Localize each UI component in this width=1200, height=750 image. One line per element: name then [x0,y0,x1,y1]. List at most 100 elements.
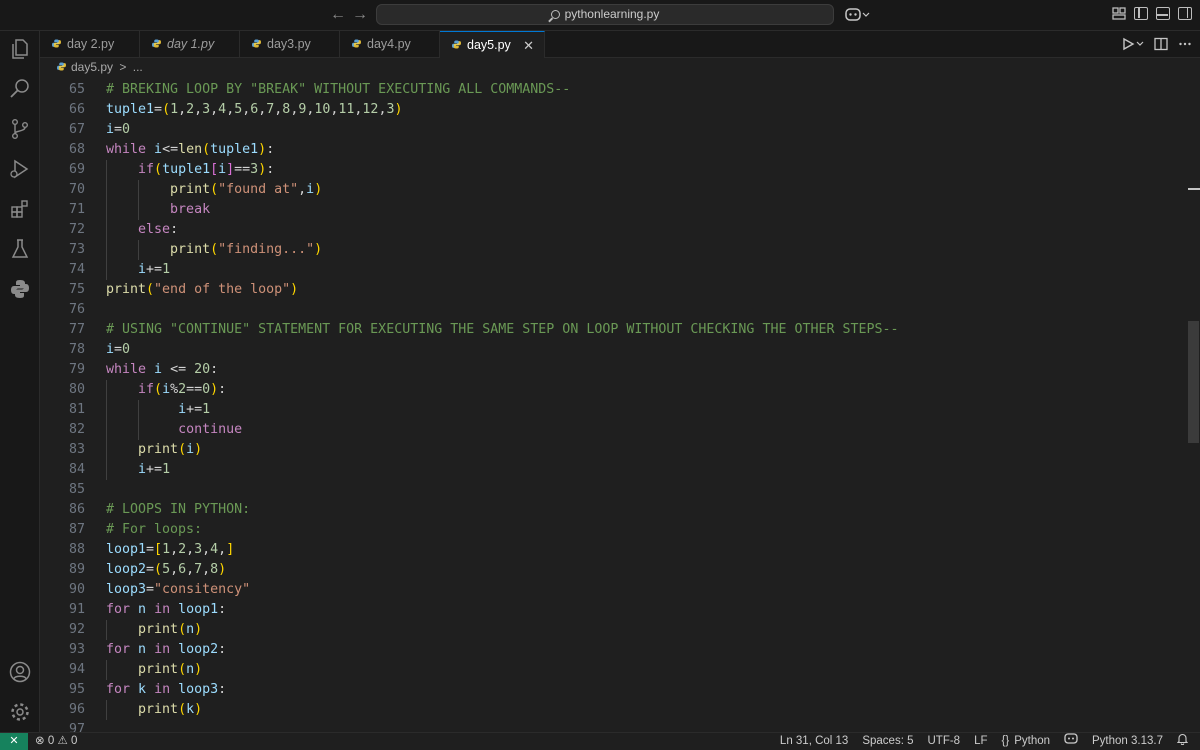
scrollbar-thumb[interactable] [1188,321,1199,443]
language-mode[interactable]: {} Python [1002,733,1051,750]
code-line[interactable]: 85 [40,480,1180,500]
code-line[interactable]: 81 i+=1 [40,400,1180,420]
tab-day3[interactable]: day3.py [240,31,340,58]
code-line[interactable]: 92 print(n) [40,620,1180,640]
code-text: for n in loop1: [106,600,226,620]
code-line[interactable]: 95 for k in loop3: [40,680,1180,700]
line-number: 81 [68,402,85,417]
code-token: 3 [202,102,211,117]
code-line[interactable]: 94 print(n) [40,660,1180,680]
toggle-panel-icon[interactable] [1156,7,1170,20]
code-line[interactable]: 84 i+=1 [40,460,1180,480]
customize-layout-icon[interactable] [1112,7,1126,20]
code-token: <= [162,142,179,157]
code-line[interactable]: 65 # BREKING LOOP BY "BREAK" WITHOUT EXEC… [40,80,1180,100]
title-bar: ← → pythonlearning.py [0,0,1200,31]
remote-indicator[interactable]: ✕ [0,733,28,750]
command-center-search[interactable]: pythonlearning.py [376,4,834,25]
code-line[interactable]: 77 # USING "CONTINUE" STATEMENT FOR EXECU… [40,320,1180,340]
code-line[interactable]: 78 i=0 [40,340,1180,360]
tab-day-1[interactable]: day 1.py [140,31,240,58]
code-token: == [234,162,251,177]
tab-day-2[interactable]: day 2.py [40,31,140,58]
code-token: # BREKING LOOP BY "BREAK" WITHOUT EXECUT… [106,82,571,97]
code-line[interactable]: 74 i+=1 [40,260,1180,280]
code-line[interactable]: 70 print("found at",i) [40,180,1180,200]
source-control-icon[interactable] [8,117,32,141]
line-number: 92 [68,622,85,637]
explorer-icon[interactable] [8,37,32,61]
activity-bar [0,31,40,732]
search-icon[interactable] [8,77,32,101]
code-line[interactable]: 67 i=0 [40,120,1180,140]
copilot-status-icon[interactable] [1064,733,1078,750]
code-token: while [106,362,147,377]
forward-arrow-icon[interactable]: → [352,6,368,24]
tab-day5[interactable]: day5.py ✕ [440,31,545,58]
code-line[interactable]: 88 loop1=[1,2,3,4,] [40,540,1180,560]
python-interpreter[interactable]: Python 3.13.7 [1092,733,1163,750]
code-line[interactable]: 72 else: [40,220,1180,240]
code-line[interactable]: 89 loop2=(5,6,7,8) [40,560,1180,580]
code-line[interactable]: 80 if(i%2==0): [40,380,1180,400]
extensions-icon[interactable] [8,197,32,221]
breadcrumb-file[interactable]: day5.py [71,60,113,74]
vertical-scrollbar[interactable] [1188,78,1200,732]
testing-flask-icon[interactable] [8,237,32,261]
indentation-setting[interactable]: Spaces: 5 [862,733,913,750]
split-editor-icon[interactable] [1154,37,1168,51]
code-text: # LOOPS IN PYTHON: [106,500,250,520]
toggle-primary-sidebar-icon[interactable] [1134,7,1148,20]
code-line[interactable]: 68 while i<=len(tuple1): [40,140,1180,160]
code-token: "end of the loop" [154,282,291,297]
line-number: 70 [68,182,85,197]
close-tab-icon[interactable]: ✕ [523,32,534,59]
copilot-icon[interactable] [845,6,871,24]
more-actions-icon[interactable] [1178,37,1192,51]
python-file-icon [452,40,461,49]
code-line[interactable]: 96 print(k) [40,700,1180,720]
file-encoding[interactable]: UTF-8 [928,733,961,750]
code-line[interactable]: 87 # For loops: [40,520,1180,540]
breadcrumb[interactable]: day5.py > ... [40,58,1200,78]
code-line[interactable]: 82 continue [40,420,1180,440]
notifications-bell-icon[interactable] [1176,733,1189,750]
end-of-line[interactable]: LF [974,733,987,750]
breadcrumb-symbols[interactable]: ... [133,60,143,74]
code-line[interactable]: 90 loop3="consitency" [40,580,1180,600]
python-icon[interactable] [8,277,32,301]
code-token: in [154,642,171,657]
code-token: n [186,622,195,637]
code-line[interactable]: 91 for n in loop1: [40,600,1180,620]
line-number: 66 [68,102,85,117]
breadcrumb-separator: > [119,60,127,74]
tab-day4[interactable]: day4.py [340,31,440,58]
code-text: i=0 [106,120,130,140]
problems-indicator[interactable]: ⊗ 0 ⚠ 0 [35,733,77,750]
back-arrow-icon[interactable]: ← [330,6,346,24]
line-number: 85 [68,482,85,497]
code-line[interactable]: 71 break [40,200,1180,220]
run-python-file-icon[interactable] [1122,37,1144,51]
code-line[interactable]: 75 print("end of the loop") [40,280,1180,300]
code-line[interactable]: 69 if(tuple1[i]==3): [40,160,1180,180]
code-line[interactable]: 66 tuple1=(1,2,3,4,5,6,7,8,9,10,11,12,3) [40,100,1180,120]
line-number: 89 [68,562,85,577]
code-line[interactable]: 93 for n in loop2: [40,640,1180,660]
code-line[interactable]: 97 [40,720,1180,732]
toggle-secondary-sidebar-icon[interactable] [1178,7,1192,20]
code-line[interactable]: 83 print(i) [40,440,1180,460]
run-and-debug-icon[interactable] [8,157,32,181]
code-line[interactable]: 79 while i <= 20: [40,360,1180,380]
cursor-position[interactable]: Ln 31, Col 13 [780,733,848,750]
gear-icon[interactable] [8,700,32,724]
code-line[interactable]: 86 # LOOPS IN PYTHON: [40,500,1180,520]
code-token: <= [162,362,195,377]
code-editor[interactable]: 65 # BREKING LOOP BY "BREAK" WITHOUT EXEC… [40,78,1200,732]
error-icon: ⊗ [35,735,45,747]
code-line[interactable]: 76 [40,300,1180,320]
accounts-icon[interactable] [8,660,32,684]
code-line[interactable]: 73 print("finding...") [40,240,1180,260]
